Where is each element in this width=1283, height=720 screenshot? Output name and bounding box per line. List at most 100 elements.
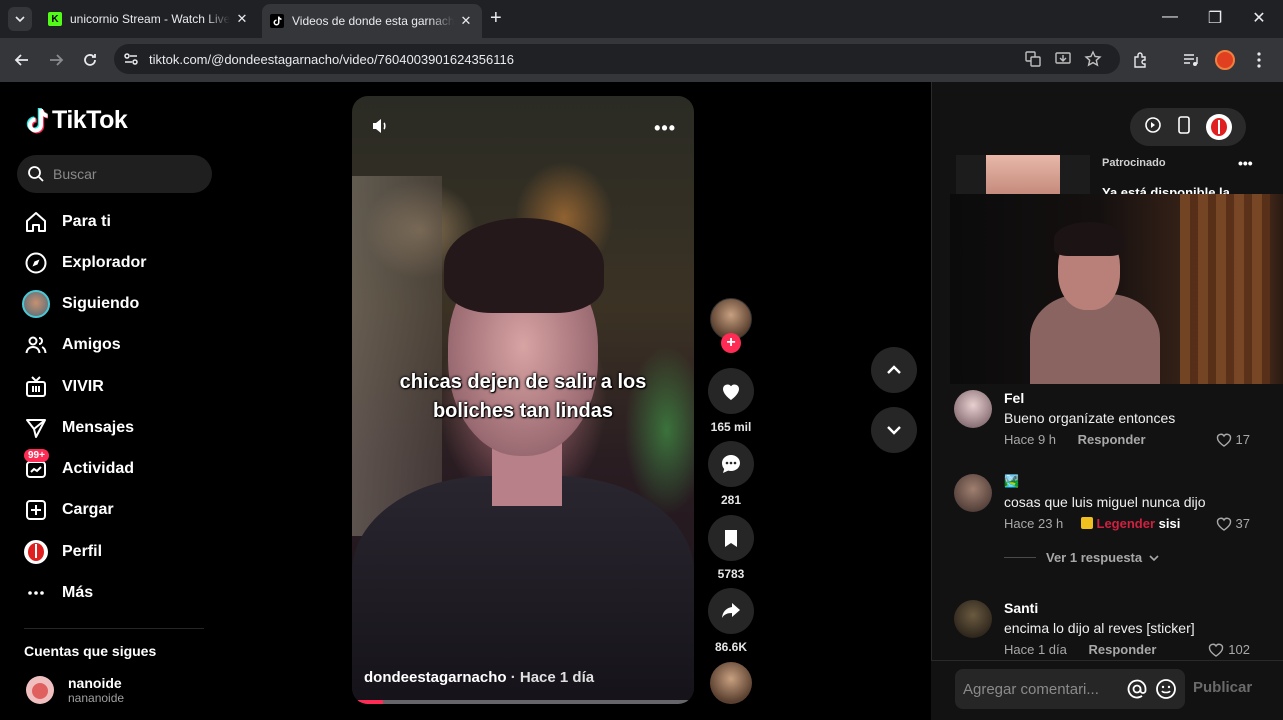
save-action[interactable]: 5783 [708, 515, 754, 581]
tab-title: unicornio Stream - Watch Live on Kick [70, 12, 230, 26]
install-app-icon[interactable] [1054, 50, 1072, 68]
tiktok-logo[interactable]: TikTok [24, 106, 128, 135]
reload-button[interactable] [78, 48, 102, 72]
ad-more-button[interactable]: ••• [1238, 155, 1253, 171]
comment-action[interactable]: 281 [708, 441, 754, 507]
following-account[interactable]: nanoide nananoide [26, 675, 124, 705]
comment-username[interactable]: Santi [1004, 600, 1038, 616]
comment-username[interactable]: 🏞️ [1004, 474, 1019, 488]
share-button[interactable] [708, 588, 754, 634]
follow-button[interactable]: + [721, 333, 741, 353]
search-box[interactable] [17, 155, 212, 193]
legender-badge-icon [1080, 517, 1093, 529]
coins-icon[interactable] [1144, 116, 1162, 139]
comment-count: 281 [720, 493, 742, 507]
notification-badge: 99+ [24, 449, 49, 462]
new-tab-button[interactable]: + [490, 8, 502, 28]
comment-like-button[interactable]: 37 [1216, 516, 1250, 531]
nav-label: Para ti [62, 213, 111, 230]
nav-cargar[interactable]: Cargar [22, 494, 114, 526]
user-avatar[interactable] [1206, 114, 1233, 140]
comment-like-button[interactable]: 17 [1216, 432, 1250, 447]
search-input[interactable] [53, 166, 193, 182]
nav-label: Explorador [62, 254, 147, 271]
comment-button[interactable] [708, 441, 754, 487]
comment-avatar[interactable] [954, 390, 992, 428]
account-avatar [26, 676, 54, 704]
share-action[interactable]: 86.6K [708, 588, 754, 654]
translate-icon[interactable] [1024, 50, 1042, 68]
ad-thumbnail [986, 155, 1060, 195]
video-more-button[interactable]: ••• [654, 118, 676, 139]
emoji-icon[interactable] [1155, 678, 1177, 700]
browser-tab-kick[interactable]: K unicornio Stream - Watch Live on Kick … [40, 4, 258, 34]
close-window-button[interactable]: ✕ [1244, 8, 1274, 28]
nav-siguiendo[interactable]: Siguiendo [22, 288, 139, 320]
video-player[interactable]: chicas dejen de salir a los boliches tan… [352, 96, 694, 704]
ad-sponsored-label: Patrocinado [1102, 157, 1166, 169]
site-settings-icon[interactable] [122, 50, 140, 68]
bookmark-star-icon[interactable] [1084, 50, 1102, 68]
video-author-line[interactable]: dondeestagarnacho · Hace 1 día [364, 669, 594, 686]
nav-explorador[interactable]: Explorador [22, 247, 146, 279]
reply-button[interactable]: Responder [1078, 432, 1146, 447]
video-subject-hair [444, 218, 604, 313]
comment-time: Hace 23 h [1004, 516, 1064, 531]
browser-tab-tiktok[interactable]: Videos de donde esta garnacho ✕ [262, 4, 482, 38]
share-count: 86.6K [714, 640, 748, 654]
nav-para-ti[interactable]: Para ti [22, 206, 111, 238]
device-icon[interactable] [1177, 115, 1191, 139]
comment-input[interactable] [963, 680, 1113, 698]
profile-avatar-button[interactable] [1213, 48, 1237, 72]
view-replies-button[interactable]: Ver 1 respuesta [1004, 550, 1160, 565]
sponsored-ad[interactable]: Patrocinado Ya está disponible la ••• [956, 155, 1256, 195]
close-tab-icon[interactable]: ✕ [234, 11, 250, 27]
heart-outline-icon [1216, 433, 1231, 447]
comment-meta: Hace 1 día Responder [1004, 642, 1156, 657]
back-button[interactable] [10, 48, 34, 72]
comment-like-button[interactable]: 102 [1208, 642, 1250, 657]
like-button[interactable] [708, 368, 754, 414]
profile-avatar-icon [22, 538, 50, 566]
close-tab-icon[interactable]: ✕ [458, 13, 474, 29]
nav-mensajes[interactable]: Mensajes [22, 412, 134, 444]
extensions-button[interactable] [1129, 48, 1153, 72]
nav-vivir[interactable]: VIVIR [22, 371, 104, 403]
mention-icon[interactable] [1127, 679, 1147, 699]
nav-actividad[interactable]: 99+ Actividad [22, 449, 134, 485]
previous-video-button[interactable] [871, 347, 917, 393]
nav-mas[interactable]: Más [22, 577, 93, 609]
reply-button[interactable]: Responder [1089, 642, 1157, 657]
comment-input-wrap[interactable] [955, 669, 1185, 709]
minimize-window-button[interactable]: — [1155, 8, 1185, 26]
comment-avatar[interactable] [954, 600, 992, 638]
legender-extra: sisi [1158, 516, 1181, 531]
restore-window-button[interactable]: ❐ [1200, 8, 1230, 28]
video-progress-bar[interactable] [352, 700, 694, 704]
video-author[interactable]: dondeestagarnacho [364, 669, 507, 686]
creator-avatar-secondary[interactable] [710, 662, 752, 704]
friends-icon [22, 331, 50, 359]
next-video-button[interactable] [871, 407, 917, 453]
browser-menu-button[interactable] [1247, 48, 1271, 72]
publish-button[interactable]: Publicar [1193, 679, 1252, 696]
forward-button[interactable] [44, 48, 68, 72]
comment-like-count: 102 [1228, 642, 1250, 657]
nav-amigos[interactable]: Amigos [22, 329, 121, 361]
chevron-up-icon [887, 365, 901, 374]
ad-thumb-left [956, 155, 986, 195]
more-dots-icon [22, 579, 50, 607]
media-controls-button[interactable] [1179, 48, 1203, 72]
nav-perfil[interactable]: Perfil [22, 536, 102, 568]
following-avatar-icon [22, 290, 50, 318]
nav-label: Cargar [62, 501, 114, 518]
account-name: nanoide [68, 675, 122, 691]
tab-search-button[interactable] [8, 7, 32, 31]
address-bar[interactable]: tiktok.com/@dondeestagarnacho/video/7604… [114, 44, 1120, 74]
video-caption: chicas dejen de salir a los boliches tan… [399, 371, 647, 422]
mute-button[interactable] [370, 116, 390, 141]
like-action[interactable]: 165 mil [708, 368, 754, 434]
comment-avatar[interactable] [954, 474, 992, 512]
save-button[interactable] [708, 515, 754, 561]
comment-username[interactable]: Fel [1004, 390, 1024, 406]
